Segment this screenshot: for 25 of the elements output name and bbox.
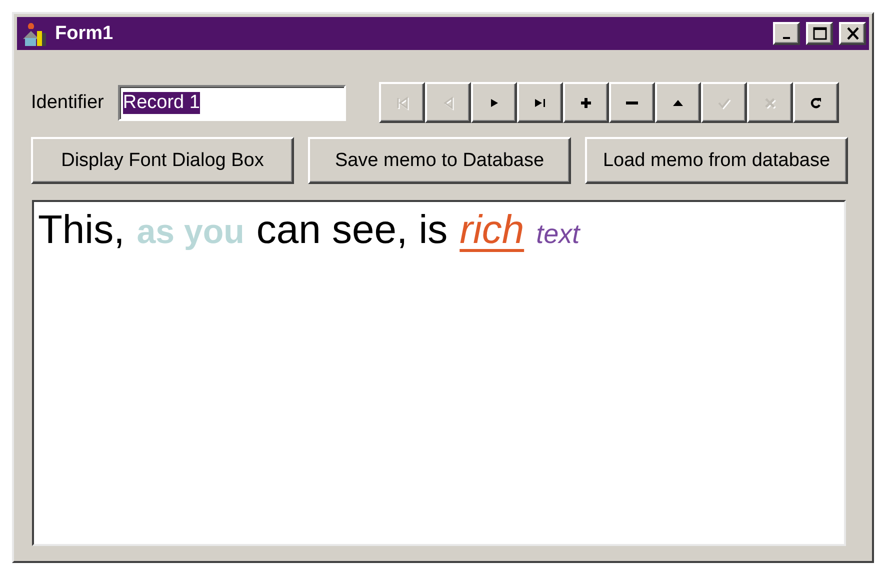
refresh-icon	[808, 96, 823, 110]
navigator-button[interactable]	[654, 82, 701, 123]
identifier-label: Identifier	[31, 92, 104, 114]
minimize-button[interactable]	[773, 22, 800, 45]
minimize-icon	[783, 36, 790, 38]
action-button[interactable]: Save memo to Database	[308, 137, 571, 184]
window-title: Form1	[55, 22, 114, 44]
memo-text-area[interactable]: This, as you can see, is rich text	[32, 200, 846, 546]
navigator-button[interactable]	[608, 82, 655, 123]
close-button[interactable]	[839, 22, 866, 45]
memo-text: This, as you can see, is rich text	[38, 208, 580, 252]
navigator-button[interactable]	[470, 82, 517, 123]
close-icon	[846, 27, 860, 40]
plus-icon	[578, 96, 593, 110]
action-button[interactable]: Display Font Dialog Box	[31, 137, 294, 184]
navigator-button[interactable]	[792, 82, 839, 123]
first-record-icon	[394, 96, 409, 110]
navigator-button[interactable]	[516, 82, 563, 123]
maximize-button[interactable]	[806, 22, 833, 45]
maximize-icon	[812, 27, 826, 40]
navigator-button[interactable]	[562, 82, 609, 123]
action-button[interactable]: Load memo from database	[585, 137, 848, 184]
cross-icon	[762, 96, 777, 110]
checkmark-icon	[716, 96, 731, 110]
identifier-field[interactable]: Record 1	[118, 84, 346, 120]
